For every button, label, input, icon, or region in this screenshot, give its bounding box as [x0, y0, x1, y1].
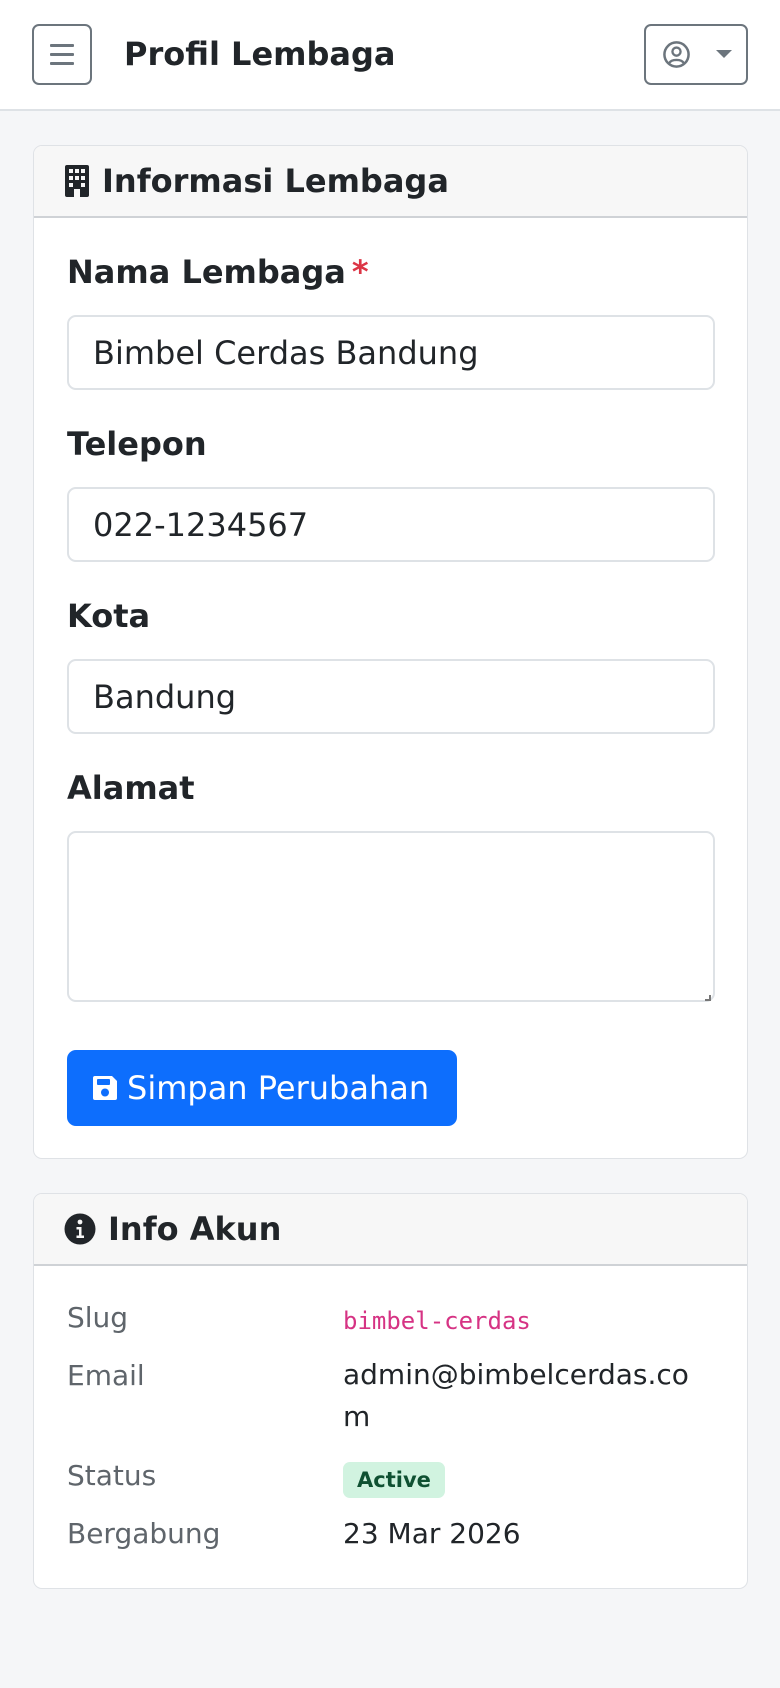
- slug-label: Slug: [67, 1301, 129, 1334]
- resize-handle-icon[interactable]: [705, 995, 711, 1001]
- card-title: Informasi Lembaga: [102, 162, 449, 200]
- account-info-card: Info Akun Slug bimbel-cerdas Email admin…: [33, 1193, 748, 1589]
- phone-input[interactable]: [67, 487, 715, 562]
- joined-value: 23 Mar 2026: [343, 1517, 521, 1550]
- top-navbar: Profil Lembaga: [0, 0, 780, 111]
- name-input[interactable]: [67, 315, 715, 390]
- name-label: Nama Lembaga *: [67, 253, 369, 291]
- floppy-disk-icon: [93, 1076, 117, 1100]
- menu-toggle-button[interactable]: [32, 24, 92, 85]
- phone-label: Telepon: [67, 425, 207, 463]
- status-label: Status: [67, 1459, 157, 1492]
- city-label: Kota: [67, 597, 151, 635]
- card-header: Informasi Lembaga: [34, 146, 747, 218]
- address-label: Alamat: [67, 769, 195, 807]
- hamburger-icon: [50, 44, 74, 65]
- page-title: Profil Lembaga: [124, 35, 396, 73]
- card-title: Info Akun: [108, 1210, 282, 1248]
- chevron-down-icon: [716, 50, 732, 58]
- city-input[interactable]: [67, 659, 715, 734]
- email-value: admin@bimbelcerdas.com: [343, 1358, 689, 1433]
- user-circle-icon: [663, 41, 690, 68]
- slug-value: bimbel-cerdas: [343, 1307, 531, 1335]
- institution-info-card: Informasi Lembaga Nama Lembaga* Telepon …: [33, 145, 748, 1159]
- address-textarea[interactable]: [67, 831, 715, 1002]
- joined-label: Bergabung: [67, 1517, 221, 1550]
- save-button-label: Simpan Perubahan: [127, 1069, 430, 1107]
- info-circle-icon: [64, 1213, 96, 1245]
- card-header: Info Akun: [34, 1194, 747, 1266]
- required-mark: *: [351, 253, 369, 291]
- building-icon: [65, 165, 89, 197]
- user-menu-button[interactable]: [644, 24, 748, 85]
- status-badge: Active: [343, 1462, 445, 1498]
- email-label: Email: [67, 1359, 145, 1392]
- save-button[interactable]: Simpan Perubahan: [67, 1050, 457, 1126]
